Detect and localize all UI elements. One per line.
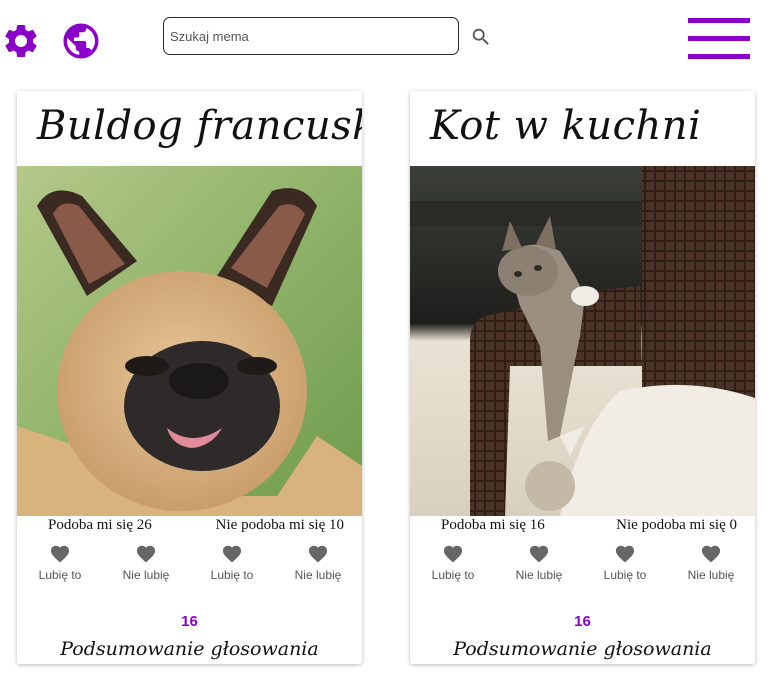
voting-summary-link[interactable]: Podsumowanie głosowania bbox=[410, 638, 755, 660]
dislikes-count: Nie podoba mi się 10 bbox=[215, 517, 344, 533]
search-input[interactable] bbox=[163, 17, 459, 55]
heart-icon bbox=[136, 545, 156, 563]
dislikes-count: Nie podoba mi się 0 bbox=[616, 517, 737, 533]
heart-icon bbox=[50, 545, 70, 563]
dislike-label: Nie lubię bbox=[515, 568, 563, 582]
dislike-button[interactable]: Nie lubię bbox=[499, 543, 579, 582]
hamburger-menu-icon[interactable] bbox=[688, 18, 750, 60]
like-label: Lubię to bbox=[603, 568, 647, 582]
dislike-label: Nie lubię bbox=[687, 568, 735, 582]
likes-count: Podoba mi się 26 bbox=[48, 517, 152, 533]
like-button[interactable]: Lubię to bbox=[585, 543, 665, 582]
heart-icon bbox=[529, 545, 549, 563]
like-label: Lubię to bbox=[431, 568, 475, 582]
heart-icon bbox=[308, 545, 328, 563]
dislike-label: Nie lubię bbox=[294, 568, 342, 582]
likes-count: Podoba mi się 16 bbox=[441, 517, 545, 533]
meme-title: Kot w kuchni bbox=[430, 103, 702, 149]
summary-count: 16 bbox=[181, 613, 198, 630]
top-bar bbox=[0, 0, 770, 80]
search-icon[interactable] bbox=[470, 26, 492, 48]
like-label: Lubię to bbox=[38, 568, 82, 582]
vote-buttons: Lubię to Nie lubię Lubię to Nie lubię bbox=[17, 543, 362, 583]
dislike-label: Nie lubię bbox=[122, 568, 170, 582]
globe-icon[interactable] bbox=[60, 20, 102, 62]
like-button[interactable]: Lubię to bbox=[192, 543, 272, 582]
meme-card: Kot w kuchni Podoba mi się 16 Nie podoba… bbox=[410, 91, 755, 664]
heart-icon bbox=[222, 545, 242, 563]
dislike-button[interactable]: Nie lubię bbox=[106, 543, 186, 582]
search-box bbox=[163, 17, 459, 55]
vote-counts: Podoba mi się 16 Nie podoba mi się 0 bbox=[410, 516, 755, 538]
meme-title: Buldog francuski bbox=[37, 103, 362, 149]
like-button[interactable]: Lubię to bbox=[413, 543, 493, 582]
heart-icon bbox=[615, 545, 635, 563]
dislike-button[interactable]: Nie lubię bbox=[278, 543, 358, 582]
like-button[interactable]: Lubię to bbox=[20, 543, 100, 582]
gear-icon[interactable] bbox=[1, 21, 41, 61]
heart-icon bbox=[701, 545, 721, 563]
voting-summary-link[interactable]: Podsumowanie głosowania bbox=[17, 638, 362, 660]
heart-icon bbox=[443, 545, 463, 563]
meme-card: Buldog francuski Podoba mi się 26 Nie po bbox=[17, 91, 362, 664]
summary-count: 16 bbox=[574, 613, 591, 630]
like-label: Lubię to bbox=[210, 568, 254, 582]
vote-counts: Podoba mi się 26 Nie podoba mi się 10 bbox=[17, 516, 362, 538]
vote-buttons: Lubię to Nie lubię Lubię to Nie lubię bbox=[410, 543, 755, 583]
dislike-button[interactable]: Nie lubię bbox=[671, 543, 751, 582]
meme-image-kitten-on-chair bbox=[410, 166, 755, 516]
meme-image-french-bulldog bbox=[17, 166, 362, 516]
